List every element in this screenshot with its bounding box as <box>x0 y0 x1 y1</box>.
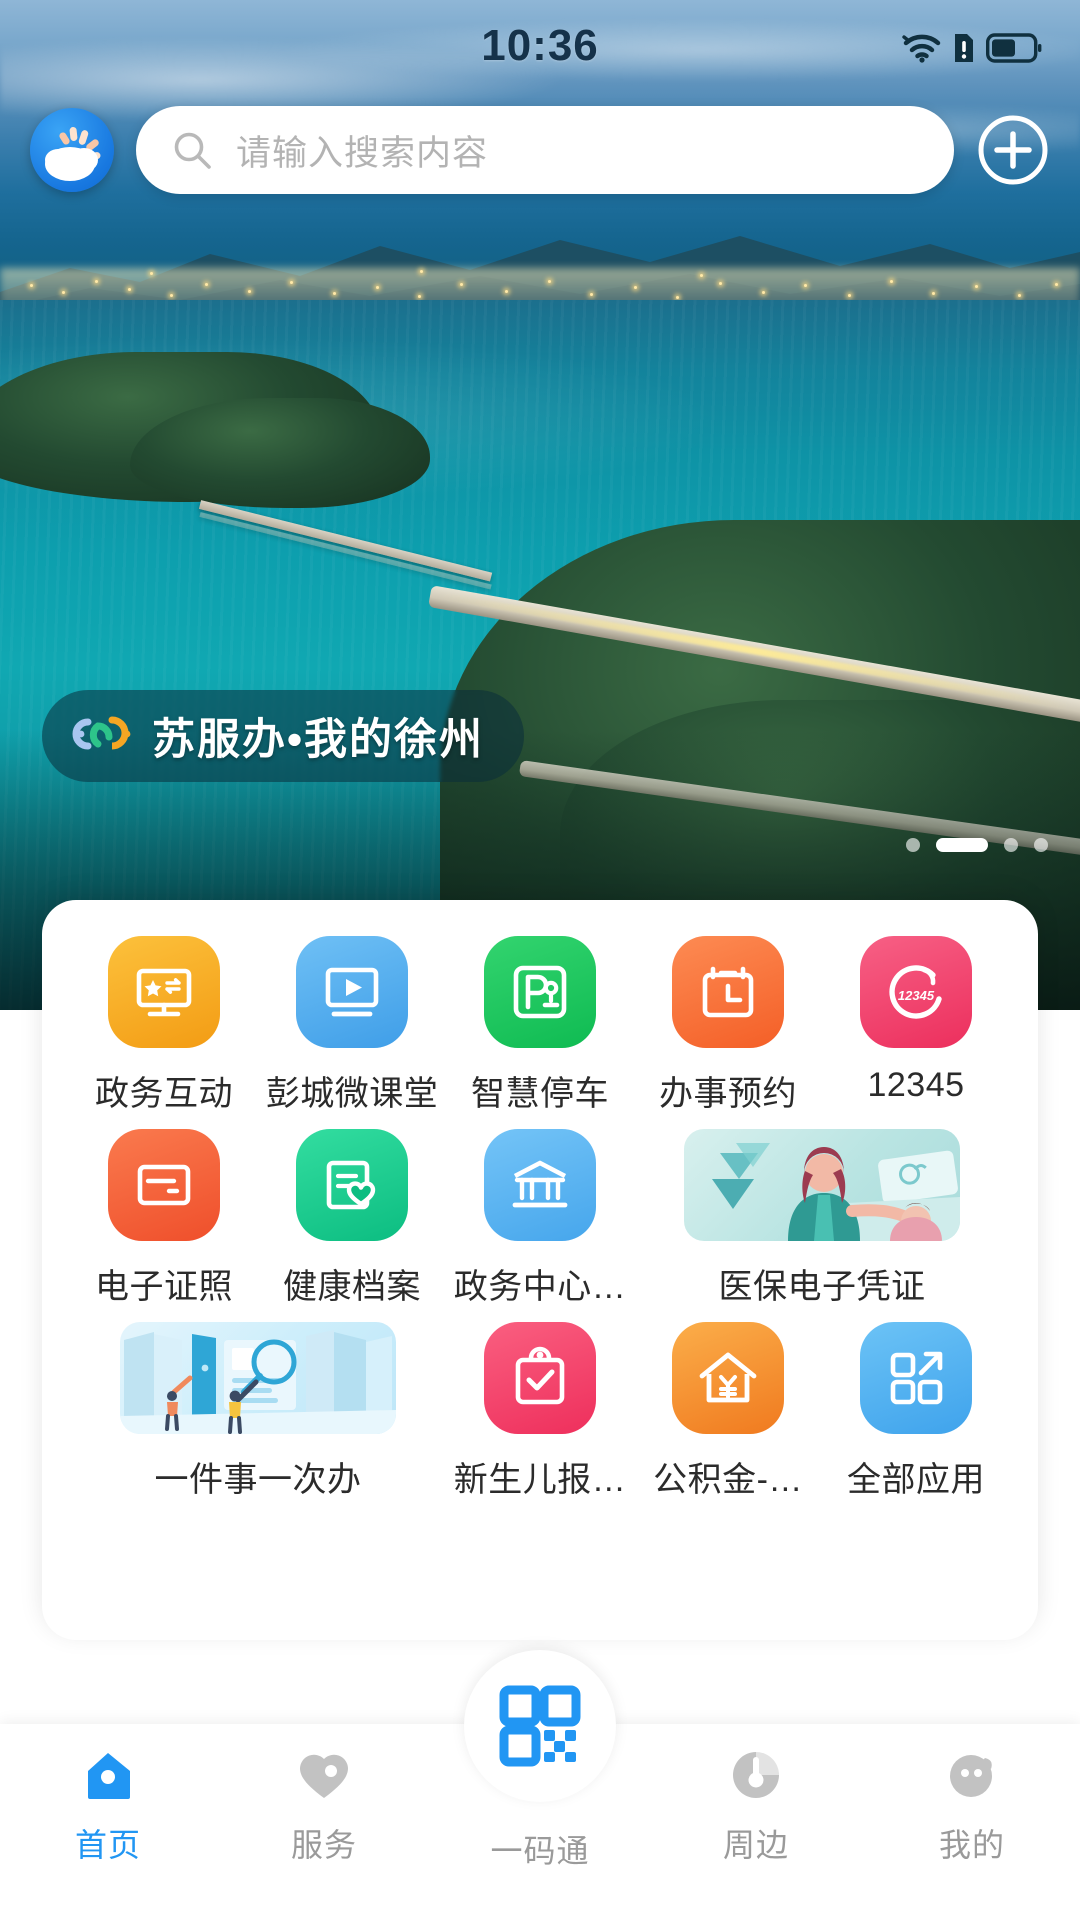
medical-insurance-illustration <box>684 1129 960 1241</box>
app-tile-yibaodianzipingzheng[interactable]: 医保电子凭证 <box>634 1129 1010 1308</box>
battery-icon <box>986 33 1042 63</box>
government-bank-icon <box>484 1129 596 1241</box>
nav-label: 我的 <box>938 1827 1005 1863</box>
search-header: 请输入搜索内容 <box>0 100 1080 200</box>
app-label: 智慧停车 <box>471 1075 609 1113</box>
video-play-icon <box>296 936 408 1048</box>
app-logo[interactable] <box>30 108 114 192</box>
home-icon <box>77 1744 139 1806</box>
bottom-navigation: 首页 服务 周边 我的 一码通 <box>0 1650 1080 1920</box>
app-row-1: 政务互动 彭城微课堂 智慧停车 办事预约 12345 12345 <box>70 936 1010 1129</box>
app-label: 公积金-… <box>653 1461 803 1499</box>
app-label: 彭城微课堂 <box>265 1075 439 1113</box>
nav-label: 服务 <box>290 1827 357 1863</box>
calendar-clock-icon <box>672 936 784 1048</box>
sim-alert-icon <box>953 32 975 64</box>
app-tile-quanbuyingyong[interactable]: 全部应用 <box>822 1322 1010 1501</box>
carousel-pagination[interactable] <box>906 838 1048 852</box>
wifi-icon <box>902 33 942 63</box>
app-tile-xinshengerbao[interactable]: 新生儿报… <box>446 1322 634 1501</box>
hotline-12345-icon: 12345 <box>860 936 972 1048</box>
app-label: 新生儿报… <box>453 1461 627 1499</box>
carousel-dot-active[interactable] <box>936 838 988 852</box>
status-bar: 10:36 <box>0 0 1080 92</box>
nav-item-nearby[interactable]: 周边 <box>648 1744 864 1866</box>
hero-badge-text: 苏服办•我的徐州 <box>152 716 485 764</box>
app-tile-yijianshiyicibar[interactable]: 一件事一次办 <box>70 1322 446 1501</box>
compass-icon <box>725 1744 787 1806</box>
id-card-icon <box>108 1129 220 1241</box>
app-tile-zhengwuzhongxin[interactable]: 政务中心… <box>446 1129 634 1308</box>
nav-item-service[interactable]: 服务 <box>216 1744 432 1866</box>
app-label: 一件事一次办 <box>154 1461 362 1499</box>
carousel-dot[interactable] <box>1034 838 1048 852</box>
search-input[interactable]: 请输入搜索内容 <box>136 106 954 194</box>
app-label: 全部应用 <box>847 1461 985 1499</box>
house-yuan-icon <box>672 1322 784 1434</box>
nav-label-qr: 一码通 <box>490 1833 590 1869</box>
app-label: 12345 <box>867 1066 965 1104</box>
app-row-2: 电子证照 健康档案 政务中心… 医保电子凭证 <box>70 1129 1010 1322</box>
profile-icon <box>941 1744 1003 1806</box>
monitor-star-exchange-icon <box>108 936 220 1048</box>
nav-item-qr-button[interactable] <box>464 1650 616 1802</box>
app-tile-pengchengweiketang[interactable]: 彭城微课堂 <box>258 936 446 1115</box>
search-icon <box>170 128 214 172</box>
app-tile-zhihuitingche[interactable]: 智慧停车 <box>446 936 634 1115</box>
app-label: 政务互动 <box>95 1075 233 1113</box>
document-heart-icon <box>296 1129 408 1241</box>
nav-label: 周边 <box>722 1827 789 1863</box>
search-placeholder: 请输入搜索内容 <box>236 133 489 173</box>
add-button[interactable] <box>976 113 1050 187</box>
parking-p-icon <box>484 936 596 1048</box>
app-tile-banshiyuyue[interactable]: 办事预约 <box>634 936 822 1115</box>
one-thing-one-time-illustration <box>120 1322 396 1434</box>
heart-icon <box>293 1744 355 1806</box>
carousel-dot[interactable] <box>1004 838 1018 852</box>
hero-brand-badge[interactable]: 苏服办•我的徐州 <box>42 690 525 782</box>
island-mid <box>130 398 430 508</box>
qr-code-icon <box>496 1682 584 1770</box>
app-tile-gongjijin[interactable]: 公积金-… <box>634 1322 822 1501</box>
app-label: 医保电子凭证 <box>718 1268 926 1306</box>
nav-label: 首页 <box>74 1827 141 1863</box>
carousel-dot[interactable] <box>906 838 920 852</box>
app-label: 电子证照 <box>95 1268 233 1306</box>
clipboard-check-icon <box>484 1322 596 1434</box>
nav-item-profile[interactable]: 我的 <box>864 1744 1080 1866</box>
app-row-3: 一件事一次办 新生儿报… 公积金-… 全部应用 <box>70 1322 1010 1515</box>
app-label: 办事预约 <box>659 1075 797 1113</box>
app-label: 健康档案 <box>283 1268 421 1306</box>
app-tile-dianzizhengzhao[interactable]: 电子证照 <box>70 1129 258 1308</box>
nav-item-home[interactable]: 首页 <box>0 1744 216 1866</box>
app-tile-zhengwuhudong[interactable]: 政务互动 <box>70 936 258 1115</box>
svg-text:12345: 12345 <box>898 988 935 1003</box>
status-icons <box>902 32 1042 64</box>
su-fu-ban-s-logo-icon <box>72 710 134 762</box>
app-tile-12345[interactable]: 12345 12345 <box>822 936 1010 1115</box>
app-shortcut-card: 政务互动 彭城微课堂 智慧停车 办事预约 12345 12345 电子证照 健康… <box>42 900 1038 1640</box>
app-tile-jiankangdangan[interactable]: 健康档案 <box>258 1129 446 1308</box>
app-label: 政务中心… <box>453 1268 627 1306</box>
grid-arrow-icon <box>860 1322 972 1434</box>
